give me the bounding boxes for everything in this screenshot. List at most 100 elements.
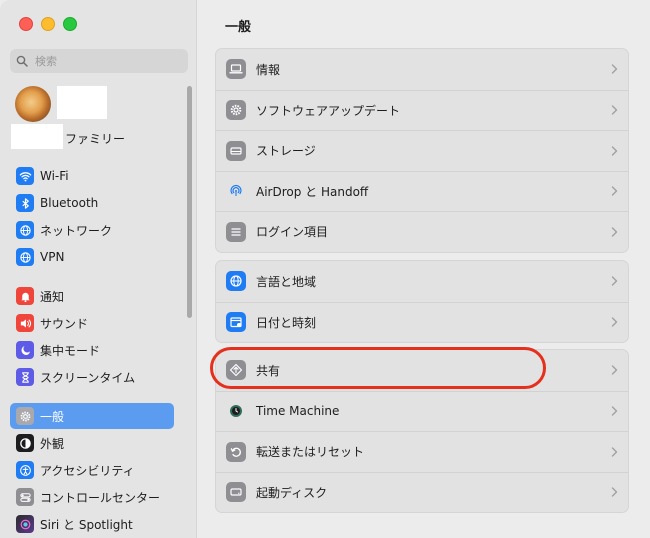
row-about[interactable]: 情報 xyxy=(216,49,628,90)
close-button[interactable] xyxy=(19,17,33,31)
bluetooth-icon xyxy=(16,194,34,212)
sidebar-item-focus[interactable]: 集中モード xyxy=(10,337,174,363)
chevron-right-icon xyxy=(611,146,618,156)
reset-icon xyxy=(226,441,246,462)
sidebar-item-label: コントロールセンター xyxy=(40,490,161,505)
sidebar-item-wifi[interactable]: Wi-Fi xyxy=(10,163,174,189)
row-airdrop-handoff[interactable]: AirDrop と Handoff xyxy=(216,170,628,212)
sidebar-item-bluetooth[interactable]: Bluetooth xyxy=(10,190,174,216)
family-label[interactable]: ファミリー xyxy=(65,130,125,147)
row-label: ソフトウェアアップデート xyxy=(256,103,401,118)
minimize-button[interactable] xyxy=(41,17,55,31)
row-startup-disk[interactable]: 起動ディスク xyxy=(216,471,628,513)
sidebar-item-label: 集中モード xyxy=(40,343,101,358)
row-label: Time Machine xyxy=(256,404,340,419)
avatar[interactable] xyxy=(15,86,51,122)
gear-badge-icon xyxy=(226,100,246,121)
sidebar-item-siri-spotlight[interactable]: Siri と Spotlight xyxy=(10,511,174,537)
sidebar: ファミリー Wi-Fi Bluetooth ネットワーク VPN xyxy=(0,0,197,538)
sidebar-item-general[interactable]: 一般 xyxy=(10,403,174,429)
disk-icon xyxy=(226,482,246,503)
calendar-icon xyxy=(226,312,246,333)
globe-icon xyxy=(16,221,34,239)
airdrop-icon xyxy=(226,181,246,202)
chevron-right-icon xyxy=(611,487,618,497)
time-machine-icon xyxy=(226,401,246,422)
row-label: 共有 xyxy=(256,363,281,378)
row-label: ログイン項目 xyxy=(256,225,329,240)
sidebar-item-appearance[interactable]: 外観 xyxy=(10,430,174,456)
wifi-icon xyxy=(16,167,34,185)
sidebar-item-label: Bluetooth xyxy=(40,196,99,210)
appearance-icon xyxy=(16,434,34,452)
sidebar-item-vpn[interactable]: VPN xyxy=(10,244,174,270)
row-date-time[interactable]: 日付と時刻 xyxy=(216,301,628,343)
hourglass-icon xyxy=(16,368,34,386)
laptop-icon xyxy=(226,59,246,80)
row-label: 転送またはリセット xyxy=(256,445,365,460)
drive-icon xyxy=(226,140,246,161)
account-name-redacted[interactable] xyxy=(57,86,107,119)
chevron-right-icon xyxy=(611,105,618,115)
sidebar-item-label: アクセシビリティ xyxy=(40,463,135,478)
chevron-right-icon xyxy=(611,447,618,457)
zoom-button[interactable] xyxy=(63,17,77,31)
chevron-right-icon xyxy=(611,365,618,375)
gear-icon xyxy=(16,407,34,425)
row-transfer-reset[interactable]: 転送またはリセット xyxy=(216,431,628,472)
globe-icon xyxy=(226,271,246,292)
search-field[interactable] xyxy=(10,49,188,73)
sidebar-item-label: ネットワーク xyxy=(40,223,113,238)
settings-group-sharing: 共有 Time Machine 転送またはリセット 起動ディスク xyxy=(215,349,629,513)
sidebar-item-label: 外観 xyxy=(40,436,65,451)
sidebar-scrollbar[interactable] xyxy=(187,86,192,318)
row-language-region[interactable]: 言語と地域 xyxy=(216,261,628,302)
sidebar-item-label: 通知 xyxy=(40,289,65,304)
row-label: AirDrop と Handoff xyxy=(256,184,369,199)
row-label: 起動ディスク xyxy=(256,485,328,500)
sidebar-item-label: Siri と Spotlight xyxy=(40,517,133,532)
settings-group-locale: 言語と地域 日付と時刻 xyxy=(215,260,629,343)
sidebar-item-screen-time[interactable]: スクリーンタイム xyxy=(10,364,174,390)
main-pane: 一般 情報 ソフトウェアアップデート ストレージ AirDrop と Hando… xyxy=(197,0,650,538)
sharing-icon xyxy=(226,360,246,381)
speaker-icon xyxy=(16,314,34,332)
bell-icon xyxy=(16,287,34,305)
sidebar-item-label: スクリーンタイム xyxy=(40,370,136,385)
sidebar-item-label: Wi-Fi xyxy=(40,169,69,183)
family-name-redacted[interactable] xyxy=(11,124,63,149)
sidebar-item-control-center[interactable]: コントロールセンター xyxy=(10,484,174,510)
sidebar-item-network[interactable]: ネットワーク xyxy=(10,217,174,243)
search-input[interactable] xyxy=(33,53,187,69)
row-login-items[interactable]: ログイン項目 xyxy=(216,211,628,252)
sidebar-item-accessibility[interactable]: アクセシビリティ xyxy=(10,457,174,483)
settings-window: ファミリー Wi-Fi Bluetooth ネットワーク VPN xyxy=(0,0,650,538)
sidebar-item-label: VPN xyxy=(40,250,65,264)
list-icon xyxy=(226,221,246,242)
chevron-right-icon xyxy=(611,186,618,196)
row-software-update[interactable]: ソフトウェアアップデート xyxy=(216,89,628,131)
page-title: 一般 xyxy=(225,20,252,35)
row-label: 日付と時刻 xyxy=(256,315,317,330)
chevron-right-icon xyxy=(611,317,618,327)
row-label: 言語と地域 xyxy=(256,274,317,289)
settings-group-about: 情報 ソフトウェアアップデート ストレージ AirDrop と Handoff … xyxy=(215,48,629,253)
window-controls xyxy=(19,17,77,31)
row-label: ストレージ xyxy=(256,144,316,159)
siri-icon xyxy=(16,515,34,533)
chevron-right-icon xyxy=(611,276,618,286)
globe-icon xyxy=(16,248,34,266)
control-center-icon xyxy=(16,488,34,506)
chevron-right-icon xyxy=(611,406,618,416)
sidebar-item-sound[interactable]: サウンド xyxy=(10,310,174,336)
row-sharing[interactable]: 共有 xyxy=(216,350,628,391)
chevron-right-icon xyxy=(611,227,618,237)
sidebar-item-label: 一般 xyxy=(40,409,65,424)
accessibility-icon xyxy=(16,461,34,479)
sidebar-item-label: サウンド xyxy=(40,316,89,331)
row-storage[interactable]: ストレージ xyxy=(216,130,628,171)
row-label: 情報 xyxy=(256,62,281,77)
sidebar-item-notifications[interactable]: 通知 xyxy=(10,283,174,309)
row-time-machine[interactable]: Time Machine xyxy=(216,390,628,432)
chevron-right-icon xyxy=(611,64,618,74)
